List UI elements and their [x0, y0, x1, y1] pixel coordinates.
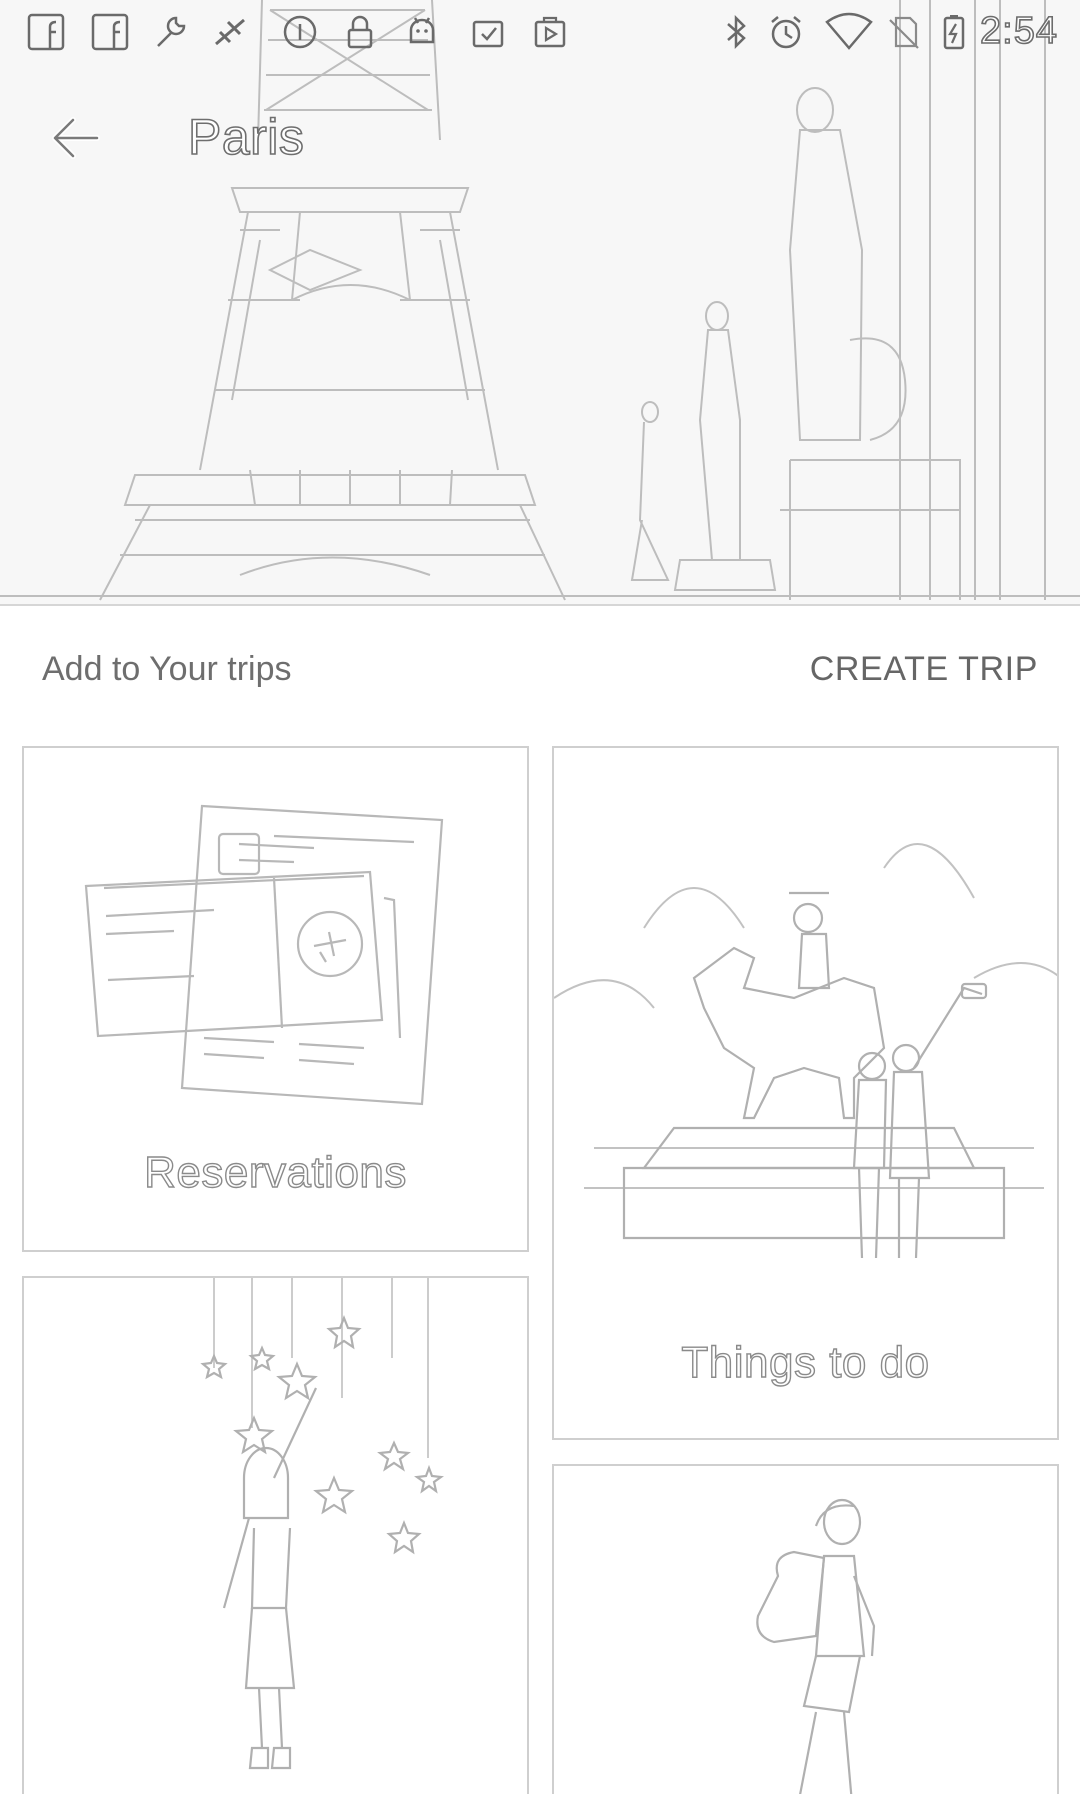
- reaching-stars-illustration: [200, 1278, 444, 1770]
- status-time: 2:54: [979, 9, 1058, 53]
- arrow-back-icon: [52, 117, 100, 159]
- eiffel-tower-illustration: [0, 0, 1080, 601]
- android-icon: [402, 12, 442, 52]
- statue-selfie-illustration: [554, 843, 1057, 1259]
- hiker-illustration: [756, 1498, 876, 1794]
- bluetooth-icon: [716, 12, 756, 52]
- battery-charging-icon: [934, 12, 974, 52]
- back-button[interactable]: [40, 106, 110, 170]
- wifi-icon: [824, 12, 874, 52]
- reservations-label: Reservations: [143, 1147, 407, 1197]
- status-bar: 2:54: [0, 0, 1080, 66]
- data-saver-icon: [280, 12, 320, 52]
- things-to-do-label: Things to do: [681, 1337, 930, 1387]
- play-store-icon: [530, 12, 570, 52]
- hero-image: [0, 0, 1080, 606]
- alarm-icon: [766, 12, 806, 52]
- wrench-icon: [150, 12, 190, 52]
- wishlist-card[interactable]: [22, 1276, 529, 1794]
- no-sim-icon: [884, 12, 924, 52]
- clipboard-check-icon: [468, 12, 508, 52]
- reservations-card[interactable]: Reservations: [22, 746, 529, 1252]
- facebook-icon: [90, 12, 130, 52]
- hero-divider: [0, 604, 1080, 606]
- explore-card[interactable]: [552, 1464, 1059, 1794]
- page-title: Paris: [187, 108, 305, 166]
- create-trip-button[interactable]: CREATE TRIP: [810, 650, 1038, 689]
- things-to-do-card[interactable]: Things to do: [552, 746, 1059, 1440]
- add-to-trips-label: Add to Your trips: [42, 650, 292, 688]
- lock-icon: [340, 12, 380, 52]
- facebook-icon: [26, 12, 66, 52]
- fitness-icon: [210, 12, 250, 52]
